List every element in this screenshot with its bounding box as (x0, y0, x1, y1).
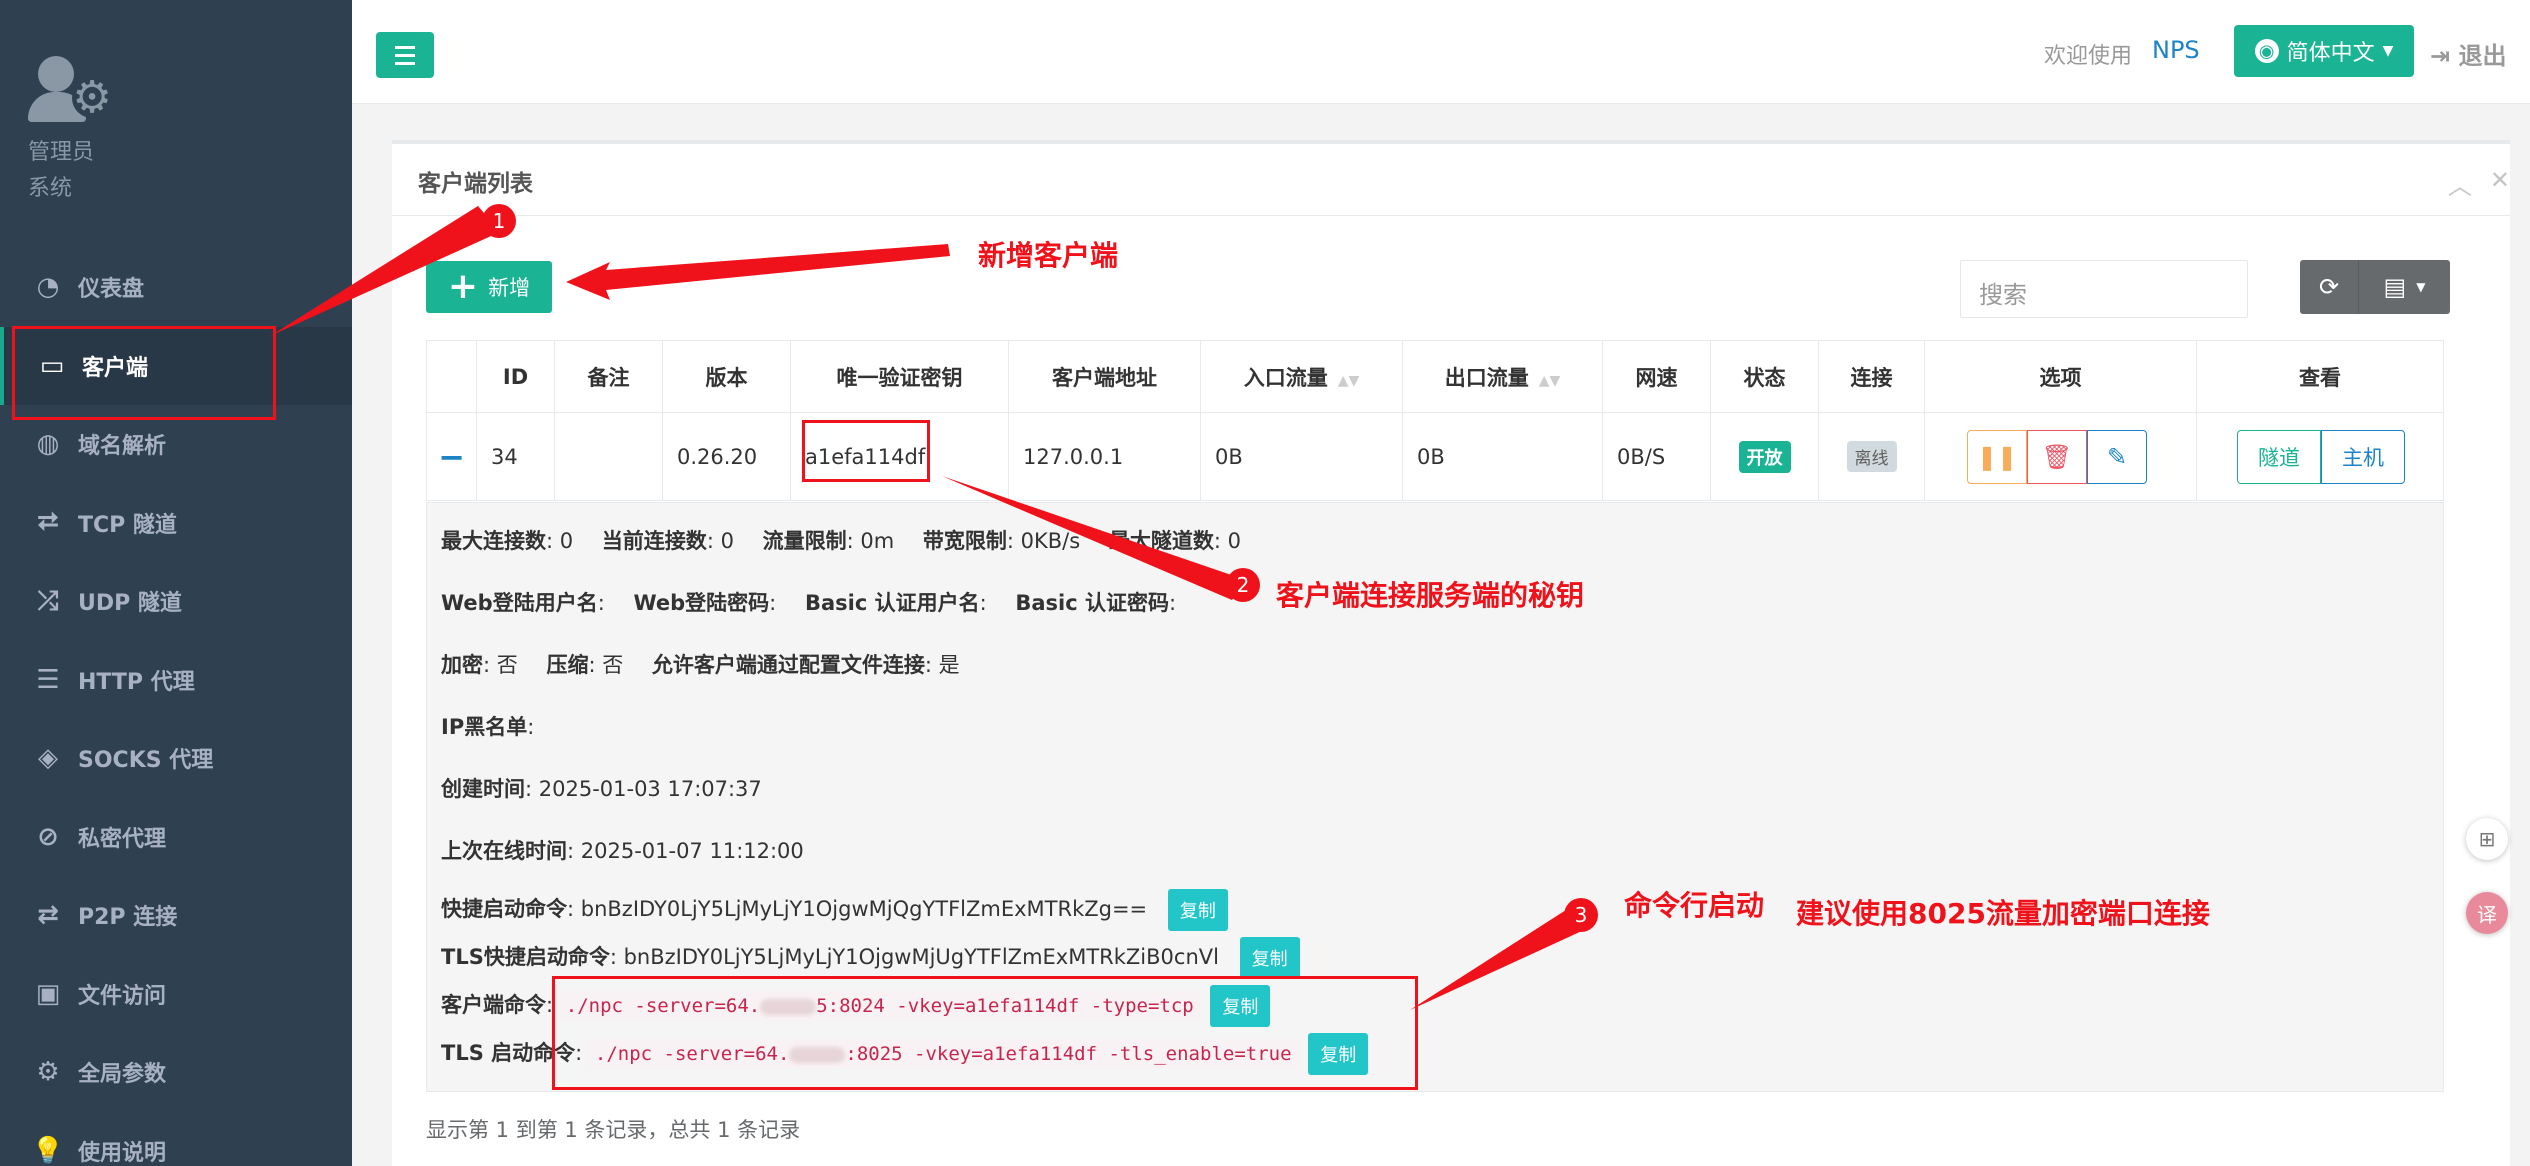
annotation-arrows (270, 206, 1584, 1010)
annotation-number-1: 1 (482, 204, 516, 238)
annotation-tip-3: 建议使用8025流量加密端口连接 (1796, 897, 2210, 930)
annotation-text-3: 命令行启动 (1624, 889, 1765, 922)
annotation-number-3: 3 (1564, 898, 1598, 932)
annotation-text-2: 客户端连接服务端的秘钥 (1276, 579, 1585, 612)
annotation-number-2: 2 (1226, 568, 1260, 602)
annotation-text-1: 新增客户端 (978, 239, 1119, 272)
